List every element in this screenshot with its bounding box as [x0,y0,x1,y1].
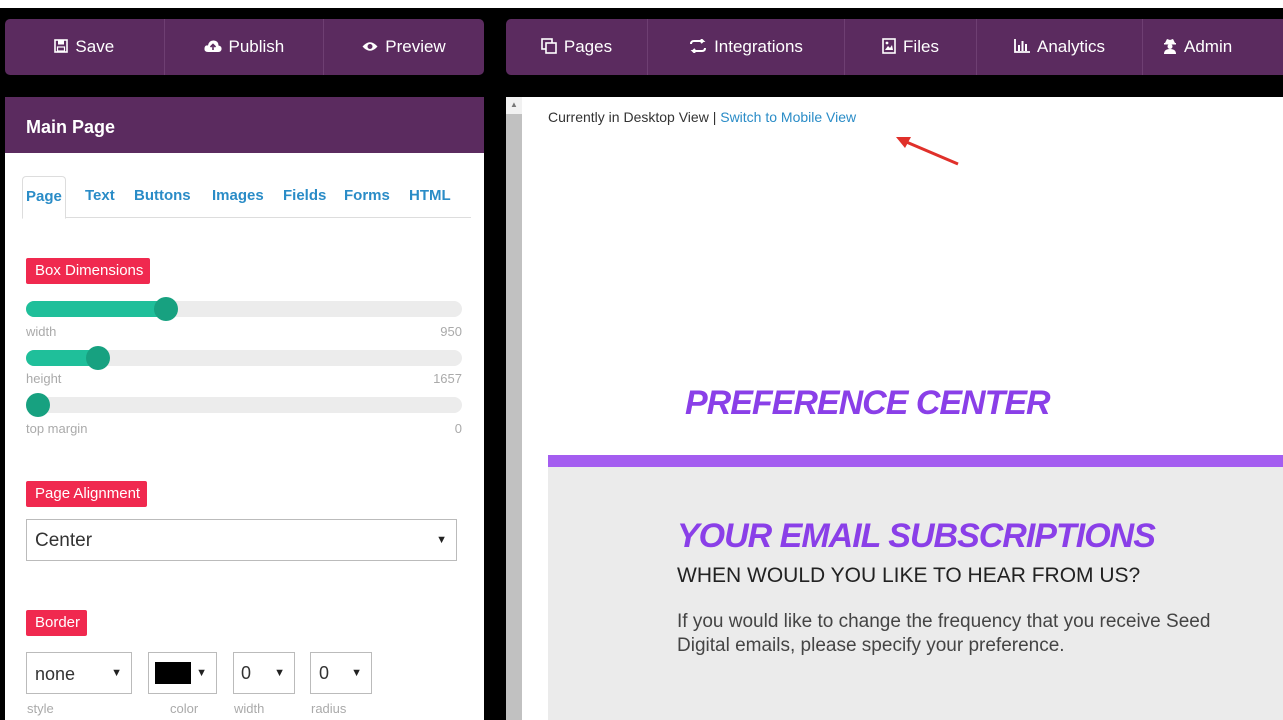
chevron-down-icon: ▼ [111,667,122,679]
pages-button[interactable]: Pages [506,19,648,75]
switch-to-mobile-link[interactable]: Switch to Mobile View [720,109,856,125]
width-caption: width 950 [26,324,462,339]
analytics-button[interactable]: Analytics [977,19,1143,75]
page-alignment-value: Center [35,530,93,551]
border-label: Border [26,610,88,636]
border-color-swatch [155,662,191,684]
admin-label: Admin [1184,37,1233,56]
files-button[interactable]: Files [845,19,977,75]
height-caption-label: height [26,371,62,386]
top-margin-slider[interactable] [26,393,462,417]
tab-text[interactable]: Text [85,176,115,219]
pages-label: Pages [563,37,613,56]
subscriptions-section: YOUR EMAIL SUBSCRIPTIONS WHEN WOULD YOU … [548,467,1283,720]
bar-chart-icon [1014,38,1030,56]
subscriptions-title: YOUR EMAIL SUBSCRIPTIONS [677,517,1156,555]
chevron-down-icon: ▼ [351,667,362,679]
top-margin-caption-label: top margin [26,421,88,436]
tab-html[interactable]: HTML [409,176,451,219]
border-color-caption: color [170,701,199,716]
tab-fields[interactable]: Fields [283,176,326,219]
panel-title: Main Page [5,97,484,153]
publish-button[interactable]: Publish [165,19,325,75]
cloud-upload-icon [203,39,222,56]
save-label: Save [75,37,115,56]
pages-icon [541,37,557,57]
user-secret-icon [1163,38,1177,57]
page-canvas: Currently in Desktop View | Switch to Mo… [522,97,1283,720]
publish-label: Publish [228,37,285,56]
integrations-button[interactable]: Integrations [648,19,845,75]
heading-divider [548,455,1283,467]
top-margin-slider-handle[interactable] [26,393,50,417]
width-slider[interactable] [26,297,462,321]
preview-label: Preview [385,37,446,56]
border-radius-caption: radius [311,701,347,716]
annotation-arrow-icon [896,137,959,166]
border-style-caption: style [27,701,54,716]
integrations-label: Integrations [714,37,803,56]
box-dimensions-label: Box Dimensions [26,258,151,284]
border-width-value: 0 [241,663,252,683]
width-caption-label: width [26,324,57,339]
border-radius-value: 0 [319,663,330,683]
page-alignment-label: Page Alignment [26,481,148,507]
scroll-up-icon[interactable]: ▲ [506,97,522,114]
subscriptions-body: If you would like to change the frequenc… [677,611,1211,656]
preference-center-heading: PREFERENCE CENTER [685,384,1051,422]
chevron-down-icon: ▼ [196,667,207,679]
canvas-scrollbar[interactable]: ▲ [506,97,522,720]
border-style-select[interactable]: none ▼ [26,652,132,694]
border-radius-select[interactable]: 0 ▼ [310,652,372,694]
width-slider-handle[interactable] [153,297,178,321]
navigation-toolbar: Pages Integrations Files Analytics Admin [506,19,1283,75]
width-slider-fill [26,301,166,317]
tab-forms[interactable]: Forms [344,176,390,219]
height-slider[interactable] [26,346,462,370]
page-alignment-select[interactable]: Center ▼ [26,519,457,561]
height-slider-handle[interactable] [85,346,110,370]
top-margin-value: 0 [454,421,462,436]
analytics-label: Analytics [1036,37,1106,56]
preview-button[interactable]: Preview [324,19,484,75]
top-margin-caption: top margin 0 [26,421,462,436]
tab-images[interactable]: Images [212,176,264,219]
chevron-down-icon: ▼ [436,534,447,546]
settings-panel: Main Page Page Text Buttons Images Field… [5,97,484,720]
tab-buttons[interactable]: Buttons [134,176,191,219]
chevron-down-icon: ▼ [274,667,285,679]
window-top-strip [0,0,1283,8]
border-width-select[interactable]: 0 ▼ [233,652,295,694]
border-color-select[interactable]: ▼ [148,652,217,694]
sync-arrows-icon [689,37,707,56]
save-button[interactable]: Save [5,19,165,75]
tab-page[interactable]: Page [22,176,66,219]
border-style-value: none [35,664,76,684]
height-caption: height 1657 [26,371,462,386]
border-width-caption: width [234,701,265,716]
editor-toolbar: Save Publish Preview [5,19,484,75]
eye-icon [362,40,378,55]
files-label: Files [903,37,939,56]
image-file-icon [882,37,896,57]
view-mode-line: Currently in Desktop View | Switch to Mo… [548,109,856,125]
subscriptions-subheading: WHEN WOULD YOU LIKE TO HEAR FROM US? [677,564,1141,587]
height-value: 1657 [433,371,462,386]
width-value: 950 [440,324,462,339]
admin-button[interactable]: Admin [1143,19,1283,75]
floppy-disk-icon [54,38,69,56]
view-status: Currently in Desktop View | [548,109,717,125]
settings-tabs: Page Text Buttons Images Fields Forms HT… [22,176,471,219]
